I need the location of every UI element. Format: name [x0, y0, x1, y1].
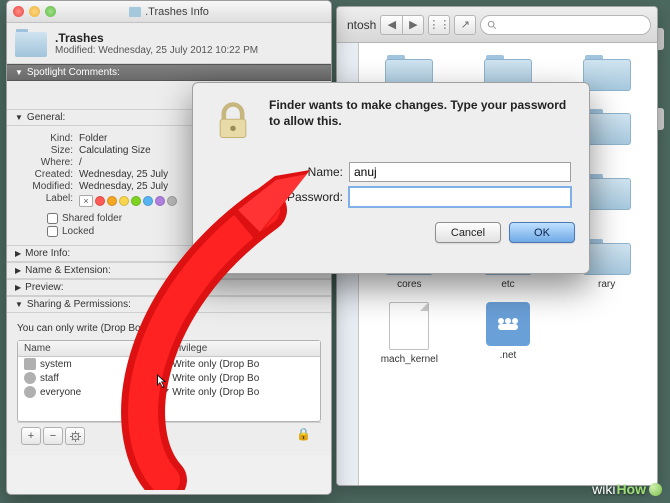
- close-button[interactable]: [13, 6, 24, 17]
- forward-button[interactable]: ▶: [402, 15, 424, 35]
- password-label: Password:: [277, 190, 343, 204]
- permission-note: You can only write (Drop Box): [17, 319, 321, 340]
- back-button[interactable]: ◀: [380, 15, 402, 35]
- auth-message: Finder wants to make changes. Type your …: [269, 97, 573, 145]
- window-title: .Trashes Info: [145, 6, 209, 18]
- label-purple[interactable]: [155, 196, 165, 206]
- label-yellow[interactable]: [119, 196, 129, 206]
- wikihow-watermark: wikiHow: [592, 481, 662, 497]
- name-label: Name:: [277, 165, 343, 179]
- folder-icon: [583, 53, 631, 91]
- info-header: .Trashes Modified: Wednesday, 25 July 20…: [7, 23, 331, 64]
- label-red[interactable]: [95, 196, 105, 206]
- folder-icon: [15, 29, 47, 57]
- zoom-button[interactable]: [45, 6, 56, 17]
- traffic-lights: [13, 6, 56, 17]
- name-input[interactable]: [349, 162, 571, 182]
- finder-item[interactable]: .net: [462, 302, 555, 365]
- label-colors: ×: [79, 195, 177, 207]
- auth-dialog[interactable]: Finder wants to make changes. Type your …: [192, 82, 590, 274]
- permission-table: Name Privilege systemWrite only (Drop Bo…: [17, 340, 321, 422]
- logo-icon: [649, 483, 662, 496]
- minimize-button[interactable]: [29, 6, 40, 17]
- section-preview[interactable]: ▶Preview:: [7, 279, 331, 296]
- finder-item[interactable]: mach_kernel: [363, 302, 456, 365]
- cancel-button[interactable]: Cancel: [435, 222, 501, 243]
- group-icon: [24, 372, 36, 384]
- person-icon: [24, 358, 36, 370]
- lock-icon[interactable]: 🔒: [296, 427, 317, 445]
- search-icon: [487, 20, 497, 30]
- network-icon: [486, 302, 530, 346]
- group-icon: [24, 386, 36, 398]
- section-sharing[interactable]: ▼Sharing & Permissions:: [7, 296, 331, 313]
- action-button[interactable]: [65, 427, 85, 445]
- perm-row[interactable]: systemWrite only (Drop Bo: [18, 357, 320, 371]
- folder-icon: [129, 7, 141, 17]
- label-gray[interactable]: [167, 196, 177, 206]
- finder-toolbar: ntosh ◀ ▶ ⋮⋮ ↗: [337, 7, 657, 43]
- nav-buttons: ◀ ▶: [380, 15, 424, 35]
- section-spotlight[interactable]: ▼Spotlight Comments:: [7, 64, 331, 81]
- perm-row[interactable]: staffWrite only (Drop Bo: [18, 371, 320, 385]
- lock-icon: [209, 97, 257, 145]
- permission-footer: + − 🔒: [17, 422, 321, 449]
- ok-button[interactable]: OK: [509, 222, 575, 243]
- item-name: .Trashes: [55, 31, 258, 45]
- view-button[interactable]: ⋮⋮: [428, 15, 450, 35]
- add-permission-button[interactable]: +: [21, 427, 41, 445]
- search-input[interactable]: [480, 15, 651, 35]
- password-input[interactable]: [349, 187, 571, 207]
- finder-title: ntosh: [343, 18, 376, 32]
- info-titlebar[interactable]: .Trashes Info: [7, 1, 331, 23]
- sharing-body: You can only write (Drop Box) Name Privi…: [7, 313, 331, 455]
- label-green[interactable]: [131, 196, 141, 206]
- label-clear-button[interactable]: ×: [79, 195, 93, 207]
- perm-row[interactable]: everyoneWrite only (Drop Bo: [18, 385, 320, 399]
- file-icon: [389, 302, 429, 350]
- share-button[interactable]: ↗: [454, 15, 476, 35]
- item-modified: Modified: Wednesday, 25 July 2012 10:22 …: [55, 45, 258, 56]
- remove-permission-button[interactable]: −: [43, 427, 63, 445]
- label-orange[interactable]: [107, 196, 117, 206]
- label-blue[interactable]: [143, 196, 153, 206]
